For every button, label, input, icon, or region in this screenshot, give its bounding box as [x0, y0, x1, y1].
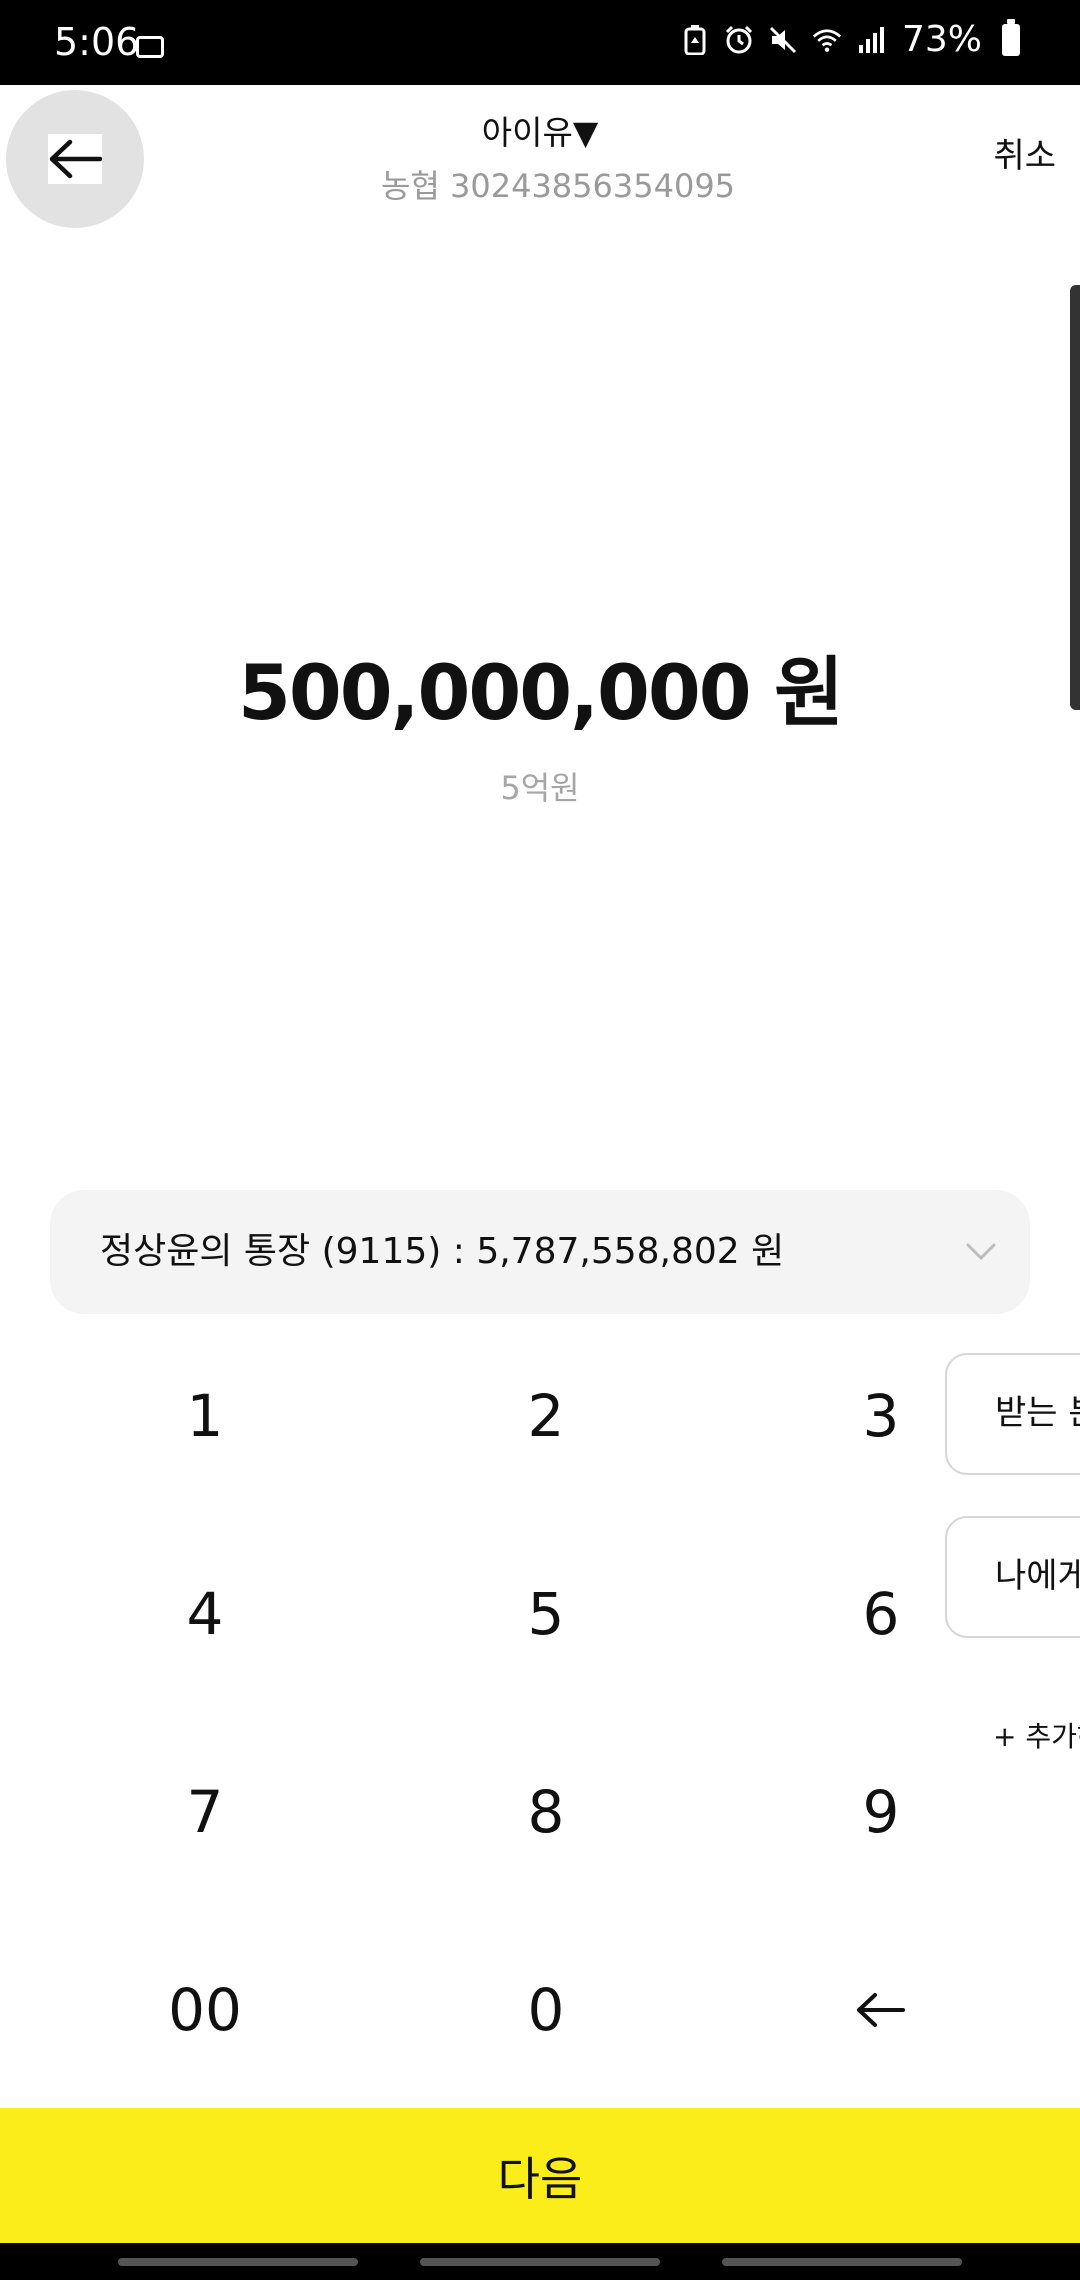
recipient-account: 농협 30243856354095 — [380, 167, 736, 205]
next-button[interactable]: 다음 — [0, 2108, 1080, 2243]
keypad-key-0[interactable]: 0 — [446, 1950, 646, 2070]
keypad-key-2[interactable]: 2 — [446, 1356, 646, 1476]
source-account-label: 정상윤의 통장 (9115) : 5,787,558,802 원 — [100, 1231, 785, 1272]
keypad-key-5[interactable]: 5 — [446, 1554, 646, 1674]
wifi-icon — [812, 25, 842, 55]
transfer-amount: 500,000,000 원 — [237, 648, 844, 737]
side-add-link[interactable]: + 추가하기 — [993, 1720, 1080, 1754]
nav-back[interactable] — [722, 2258, 962, 2266]
navigation-bar — [0, 2243, 1080, 2280]
nav-recent-apps[interactable] — [118, 2258, 358, 2266]
battery-icon — [1002, 19, 1020, 56]
scroll-indicator — [1070, 285, 1080, 710]
side-chip-to-me[interactable]: 나에게 — [945, 1516, 1080, 1638]
alarm-icon — [724, 25, 754, 55]
side-chip-to-me-label: 나에게 — [995, 1556, 1080, 1596]
keypad-key-4[interactable]: 4 — [105, 1554, 305, 1674]
chevron-down-icon — [962, 1236, 1000, 1266]
source-account-selector[interactable]: 정상윤의 통장 (9115) : 5,787,558,802 원 — [50, 1190, 1030, 1314]
side-chip-recipient[interactable]: 받는 분 — [945, 1353, 1080, 1475]
keypad-key-7[interactable]: 7 — [105, 1752, 305, 1872]
keypad-key-8[interactable]: 8 — [446, 1752, 646, 1872]
mute-icon — [768, 25, 798, 55]
battery-percent: 73% — [901, 19, 982, 60]
screen-record-icon — [136, 36, 164, 58]
status-time: 5:06 — [54, 20, 140, 64]
recipient-name[interactable]: 아이유▼ — [0, 113, 1080, 153]
keypad-key-00[interactable]: 00 — [105, 1950, 305, 2070]
keypad-key-1[interactable]: 1 — [105, 1356, 305, 1476]
signal-icon — [856, 25, 886, 55]
cancel-button[interactable]: 취소 — [993, 136, 1056, 176]
side-chip-recipient-label: 받는 분 — [995, 1393, 1080, 1433]
keypad-key-9[interactable]: 9 — [781, 1752, 981, 1872]
status-icons: 73% — [680, 19, 1020, 60]
battery-saver-icon — [680, 25, 710, 55]
transfer-amount-korean: 5억원 — [500, 769, 580, 807]
status-bar: 5:06 73% — [0, 0, 1080, 85]
keypad-backspace[interactable] — [781, 1950, 981, 2070]
backspace-arrow-icon — [855, 1976, 907, 2044]
nav-home[interactable] — [420, 2258, 660, 2266]
back-button[interactable] — [6, 90, 144, 228]
